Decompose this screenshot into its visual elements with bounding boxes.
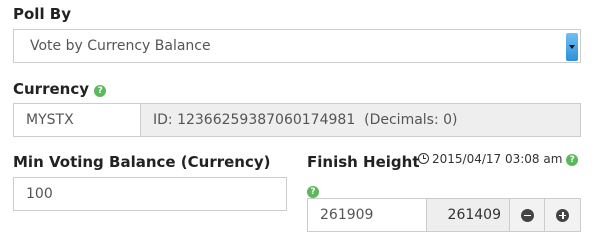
increase-button[interactable]: [544, 198, 581, 232]
minus-circle-icon: [520, 208, 534, 222]
finish-date: 2015/04/17 03:08 am ?: [418, 152, 579, 166]
currency-info-text: ID: 12366259387060174981 (Decimals: 0): [153, 112, 458, 128]
finish-date-text: 2015/04/17 03:08 am: [432, 152, 563, 166]
finish-height-label: Finish Height: [307, 153, 420, 171]
min-voting-balance-input[interactable]: 100: [13, 177, 287, 211]
currency-label-group: Currency ?: [13, 80, 107, 98]
poll-by-select[interactable]: Vote by Currency Balance: [13, 29, 581, 63]
finish-height-help: ?: [307, 180, 319, 199]
clock-icon: [418, 153, 429, 164]
poll-by-selected-value: Vote by Currency Balance: [30, 38, 211, 54]
min-voting-balance-value: 100: [26, 186, 53, 202]
current-height-text: 261409: [447, 207, 501, 223]
poll-by-label: Poll By: [13, 5, 72, 23]
help-icon[interactable]: ?: [94, 85, 107, 97]
decrease-button[interactable]: [509, 198, 545, 232]
finish-height-value: 261909: [320, 207, 374, 223]
currency-input[interactable]: MYSTX: [13, 103, 141, 137]
currency-info-addon: ID: 12366259387060174981 (Decimals: 0): [140, 103, 581, 137]
min-voting-balance-label: Min Voting Balance (Currency): [13, 153, 271, 171]
plus-circle-icon: [556, 208, 569, 222]
help-icon[interactable]: ?: [307, 186, 319, 198]
current-height-addon: 261409: [426, 198, 510, 232]
currency-label: Currency: [13, 80, 90, 98]
finish-height-input[interactable]: 261909: [307, 198, 427, 232]
chevron-down-icon[interactable]: [566, 33, 578, 61]
currency-input-value: MYSTX: [26, 112, 74, 128]
help-icon[interactable]: ?: [566, 154, 579, 166]
